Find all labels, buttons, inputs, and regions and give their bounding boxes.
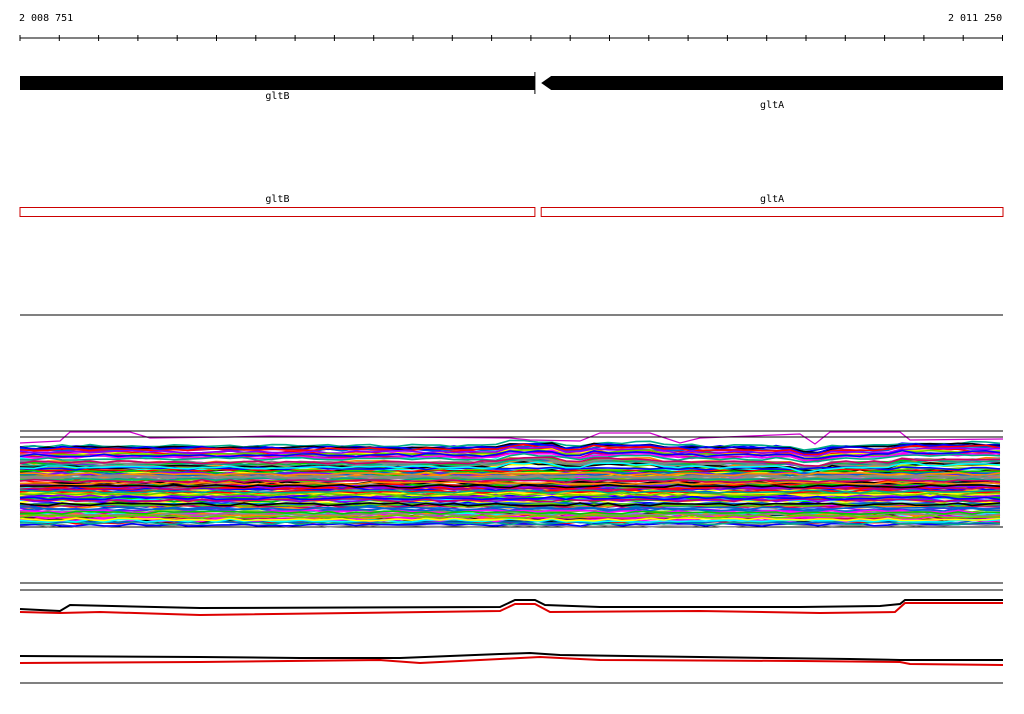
aggregate-line-secondary <box>19 602 1003 617</box>
aggregate-coverage-track <box>19 582 1004 684</box>
gene-arrow-gltB[interactable] <box>20 76 535 90</box>
sample-envelope-line <box>19 431 1004 445</box>
feature-track[interactable] <box>19 207 1004 217</box>
genome-browser-canvas[interactable] <box>0 0 1024 714</box>
feature-box-gltA[interactable] <box>540 207 1004 217</box>
feature-box-gltB[interactable] <box>19 207 536 217</box>
sample-coverage-track <box>19 430 1004 528</box>
coordinate-ruler <box>19 35 1003 41</box>
gene-track[interactable] <box>20 72 1003 94</box>
gene-arrow-gltA[interactable] <box>541 76 1003 90</box>
